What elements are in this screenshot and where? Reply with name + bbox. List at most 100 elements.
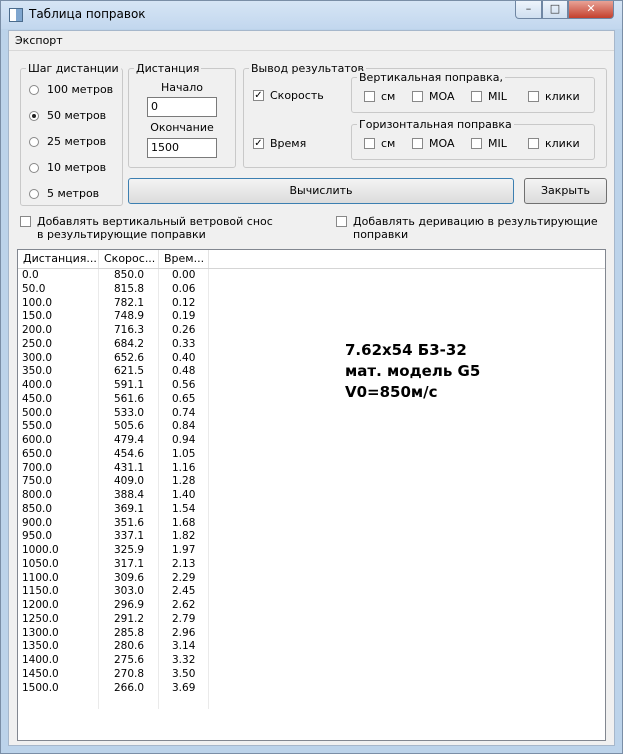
- menu-export[interactable]: Экспорт: [15, 34, 63, 47]
- table-row[interactable]: 100.0 782.1 0.12: [18, 297, 605, 311]
- column-header-time[interactable]: Врем...: [159, 250, 209, 268]
- checkbox-box: [528, 91, 539, 102]
- close-window-button[interactable]: ✕: [568, 1, 614, 19]
- table-row[interactable]: 700.0 431.1 1.16: [18, 462, 605, 476]
- table-row[interactable]: 250.0 684.2 0.33: [18, 338, 605, 352]
- cell-speed: 285.8: [114, 626, 145, 639]
- table-row[interactable]: 750.0 409.0 1.28: [18, 475, 605, 489]
- distance-step-title: Шаг дистанции: [26, 62, 121, 75]
- cell-distance: 700.0: [22, 461, 53, 474]
- table-row[interactable]: 1350.0 280.6 3.14: [18, 640, 605, 654]
- table-row[interactable]: 400.0 591.1 0.56: [18, 379, 605, 393]
- cell-speed: 409.0: [114, 475, 145, 488]
- radio-step-100[interactable]: 100 метров: [29, 83, 129, 99]
- results-table[interactable]: Дистанция... Скорос... Врем... 0.0 850.0 0…: [17, 249, 606, 741]
- cell-speed: 479.4: [114, 434, 145, 446]
- table-row[interactable]: 1250.0 291.2 2.79: [18, 613, 605, 627]
- table-row[interactable]: 800.0 388.4 1.40: [18, 489, 605, 503]
- checkbox-label: MOA: [429, 137, 455, 150]
- checkbox-label: Добавлять деривацию в результирующие поп…: [353, 215, 598, 241]
- checkbox-check-icon: ✓: [253, 138, 264, 149]
- maximize-button[interactable]: □: [542, 1, 568, 19]
- table-row[interactable]: 0.0 850.0 0.00: [18, 269, 605, 283]
- vertical-correction-title: Вертикальная поправка,: [357, 71, 505, 84]
- cell-distance: 500.0: [22, 406, 53, 419]
- cell-distance: 1150.0: [22, 585, 59, 598]
- cell-distance: 1250.0: [22, 612, 59, 625]
- cell-distance: 100.0: [22, 296, 53, 309]
- checkbox-box: [336, 216, 347, 227]
- checkbox-label: см: [381, 137, 396, 150]
- title-bar[interactable]: Таблица поправок – □ ✕: [1, 1, 622, 29]
- radio-step-10[interactable]: 10 метров: [29, 161, 129, 177]
- cell-distance: 1450.0: [22, 667, 59, 680]
- column-header-speed[interactable]: Скорос...: [99, 250, 159, 268]
- cell-distance: 750.0: [22, 475, 53, 488]
- table-row[interactable]: 1050.0 317.1 2.13: [18, 558, 605, 572]
- radio-step-25[interactable]: 25 метров: [29, 135, 129, 151]
- cell-time: 3.50: [172, 667, 196, 680]
- calculate-button[interactable]: Вычислить: [128, 178, 514, 204]
- table-row[interactable]: 350.0 621.5 0.48: [18, 365, 605, 379]
- table-row[interactable]: 1500.0 266.0 3.69: [18, 682, 605, 696]
- table-row[interactable]: 50.0 815.8 0.06: [18, 283, 605, 297]
- table-row[interactable]: 450.0 561.6 0.65: [18, 393, 605, 407]
- table-row[interactable]: 1100.0 309.6 2.29: [18, 572, 605, 586]
- cell-time: 1.54: [172, 502, 196, 515]
- table-row[interactable]: 300.0 652.6 0.40: [18, 352, 605, 366]
- cell-distance: 650.0: [22, 447, 53, 460]
- table-row[interactable]: 1450.0 270.8 3.50: [18, 668, 605, 682]
- end-label: Окончание: [150, 121, 214, 134]
- cell-time: 0.19: [172, 310, 196, 323]
- table-row[interactable]: 550.0 505.6 0.84: [18, 420, 605, 434]
- horizontal-correction-title: Горизонтальная поправка: [357, 118, 514, 131]
- radio-indicator: [29, 137, 39, 147]
- checkbox-box: [412, 91, 423, 102]
- table-row[interactable]: 600.0 479.4 0.94: [18, 434, 605, 448]
- table-row[interactable]: 950.0 337.1 1.82: [18, 530, 605, 544]
- table-row[interactable]: 1300.0 285.8 2.96: [18, 627, 605, 641]
- radio-indicator-selected: [29, 111, 39, 121]
- cell-distance: 850.0: [22, 502, 53, 515]
- radio-label: 100 метров: [47, 83, 114, 96]
- minimize-button[interactable]: –: [515, 1, 542, 19]
- cell-speed: 303.0: [114, 585, 145, 598]
- cell-time: 0.65: [172, 392, 196, 405]
- table-row[interactable]: 200.0 716.3 0.26: [18, 324, 605, 338]
- table-row[interactable]: 1150.0 303.0 2.45: [18, 585, 605, 599]
- annotation-line: V0=850м/с: [345, 383, 438, 401]
- cell-time: 2.62: [172, 599, 196, 611]
- table-row[interactable]: 1200.0 296.9 2.62: [18, 599, 605, 613]
- cell-time: 2.13: [172, 557, 196, 570]
- cell-speed: 309.6: [114, 571, 145, 584]
- app-window: Таблица поправок – □ ✕ Экспорт Шаг диста…: [0, 0, 623, 754]
- cell-speed: 351.6: [114, 516, 145, 529]
- radio-step-5[interactable]: 5 метров: [29, 187, 129, 203]
- table-row[interactable]: 1000.0 325.9 1.97: [18, 544, 605, 558]
- checkbox-box: [471, 91, 482, 102]
- vertical-correction-group: Вертикальная поправка, см MOA MIL клики: [351, 71, 595, 113]
- radio-step-50[interactable]: 50 метров: [29, 109, 129, 125]
- radio-label: 50 метров: [47, 109, 107, 122]
- cell-distance: 300.0: [22, 351, 53, 364]
- table-row[interactable]: 1400.0 275.6 3.32: [18, 654, 605, 668]
- end-distance-input[interactable]: 1500: [147, 138, 217, 158]
- cell-distance: 1350.0: [22, 640, 59, 653]
- cell-time: 0.84: [172, 420, 196, 433]
- cell-time: 3.32: [172, 654, 196, 666]
- cell-distance: 450.0: [22, 392, 53, 405]
- checkbox-label: клики: [545, 137, 580, 150]
- table-row[interactable]: 650.0 454.6 1.05: [18, 448, 605, 462]
- table-row[interactable]: 900.0 351.6 1.68: [18, 517, 605, 531]
- cell-distance: 200.0: [22, 324, 53, 336]
- column-header-distance[interactable]: Дистанция...: [18, 250, 99, 268]
- close-button[interactable]: Закрыть: [524, 178, 607, 204]
- table-row[interactable]: 500.0 533.0 0.74: [18, 407, 605, 421]
- cell-distance: 800.0: [22, 489, 53, 501]
- table-row[interactable]: 850.0 369.1 1.54: [18, 503, 605, 517]
- cell-speed: 369.1: [114, 502, 145, 515]
- cell-speed: 296.9: [114, 599, 145, 611]
- start-distance-input[interactable]: 0: [147, 97, 217, 117]
- cell-distance: 600.0: [22, 434, 53, 446]
- table-row[interactable]: 150.0 748.9 0.19: [18, 310, 605, 324]
